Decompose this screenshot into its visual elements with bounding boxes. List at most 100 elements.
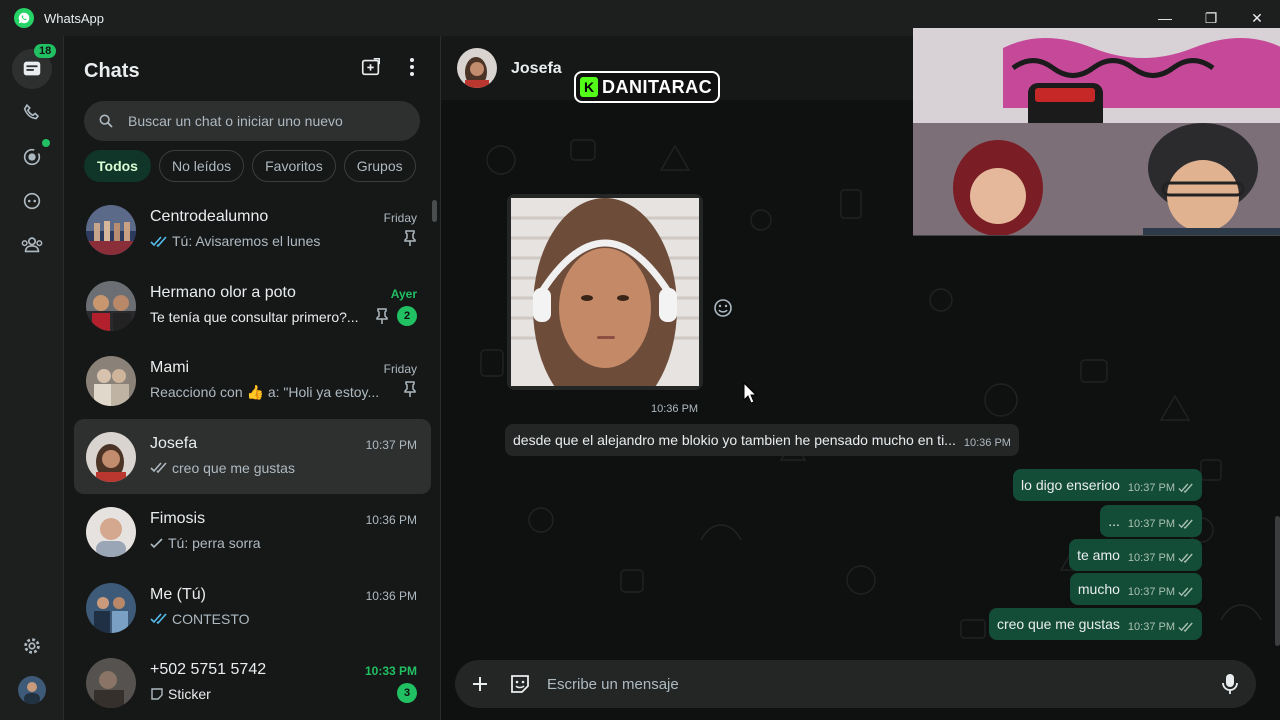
react-emoji-icon[interactable] [713, 298, 733, 318]
chat-list-panel: Chats Todos No leídos Favoritos Grupos C… [64, 36, 441, 720]
message-time: 10:37 PM [1127, 518, 1175, 530]
double-check-icon [1178, 622, 1193, 632]
message-time: 10:37 PM [1127, 586, 1175, 598]
chat-name: Fimosis [150, 510, 206, 527]
app-title: WhatsApp [44, 10, 104, 26]
chat-search-box[interactable] [84, 101, 420, 141]
double-check-blue-icon [150, 613, 167, 624]
chats-icon [23, 61, 41, 76]
double-check-icon [1178, 553, 1193, 563]
chat-preview: Tú: Avisaremos el lunes [172, 233, 321, 249]
avatar [86, 582, 136, 633]
avatar [86, 507, 136, 557]
message-input[interactable] [547, 675, 1197, 693]
chat-time: Friday [383, 362, 417, 376]
chat-rows: Centrodealumno Friday Tú: Avisaremos el … [74, 192, 431, 720]
filter-grupos[interactable]: Grupos [343, 150, 416, 182]
settings-nav-button[interactable] [12, 626, 52, 666]
profile-nav-button[interactable] [12, 670, 52, 710]
chat-time: 10:37 PM [365, 437, 417, 452]
communities-icon [21, 237, 43, 253]
single-check-icon [150, 537, 163, 548]
chat-row-hermano[interactable]: Hermano olor a poto Ayer Te tenía que co… [74, 268, 431, 344]
outgoing-message[interactable]: creo que me gustas 10:37 PM [988, 608, 1202, 640]
double-check-blue-icon [150, 235, 167, 247]
photo-image[interactable] [511, 198, 699, 386]
chat-row-me[interactable]: Me (Tú) 10:36 PM CONTESTO [74, 570, 431, 646]
unread-count-badge: 18 [34, 44, 57, 58]
chat-name: +502 5751 5742 [150, 661, 267, 678]
double-check-icon [1178, 519, 1193, 529]
chat-preview: Sticker [168, 686, 211, 702]
pin-icon [376, 307, 388, 324]
conversation-scrollbar[interactable] [1275, 516, 1280, 646]
microphone-icon[interactable] [1222, 673, 1238, 695]
message-composer [455, 660, 1256, 708]
unread-badge: 3 [397, 683, 417, 703]
filter-todos[interactable]: Todos [84, 150, 151, 182]
stream-overlay-badge: K DANITARAC [574, 71, 721, 103]
unread-badge: 2 [397, 305, 417, 326]
channels-icon [23, 192, 41, 210]
chat-row-phone-number[interactable]: +502 5751 5742 10:33 PM Sticker 3 [74, 645, 431, 720]
calls-nav-button[interactable] [12, 93, 52, 133]
chat-row-centrodealumno[interactable]: Centrodealumno Friday Tú: Avisaremos el … [74, 192, 431, 268]
contact-avatar[interactable] [457, 48, 497, 88]
chat-row-mami[interactable]: Mami Friday Reaccionó con 👍 a: "Holi ya … [74, 343, 431, 419]
kick-logo-icon: K [580, 77, 598, 97]
chat-name: Centrodealumno [150, 208, 269, 225]
plus-attach-icon[interactable] [471, 675, 489, 693]
message-time: 10:37 PM [1127, 621, 1175, 633]
gear-icon [24, 638, 40, 654]
double-check-icon [1178, 483, 1193, 493]
pin-icon [404, 230, 416, 246]
outgoing-message[interactable]: ... 10:37 PM [1100, 505, 1202, 537]
message-text: mucho [1077, 581, 1120, 597]
chat-time: Friday [383, 211, 417, 225]
new-chat-icon[interactable] [360, 56, 382, 78]
double-check-icon [1178, 587, 1193, 597]
message-time: 10:37 PM [1127, 552, 1175, 564]
chats-heading: Chats [84, 60, 140, 82]
chat-row-josefa[interactable]: Josefa 10:37 PM creo que me gustas [74, 418, 431, 494]
chat-name: Me (Tú) [150, 585, 206, 603]
outgoing-message[interactable]: lo digo enserioo 10:37 PM [1013, 469, 1202, 501]
chat-preview: creo que me gustas [172, 459, 295, 476]
outgoing-message[interactable]: mucho 10:37 PM [1069, 573, 1202, 605]
photo-message[interactable] [507, 194, 703, 390]
outgoing-message[interactable]: te amo 10:37 PM [1069, 539, 1202, 571]
status-new-dot [42, 139, 50, 147]
avatar [86, 280, 136, 331]
avatar [86, 658, 136, 708]
chat-time: 10:33 PM [364, 664, 417, 678]
chat-list-scrollbar[interactable] [432, 200, 437, 222]
avatar [86, 356, 136, 406]
sticker-icon [151, 688, 163, 700]
webcam-overlay [913, 28, 1280, 236]
pin-icon [404, 381, 416, 397]
search-input[interactable] [128, 113, 398, 129]
message-time: 10:37 PM [1127, 482, 1175, 494]
sticker-emoji-icon[interactable] [509, 673, 531, 695]
nav-rail: 18 [0, 36, 64, 720]
message-text: creo que me gustas [996, 616, 1120, 632]
chat-preview: Reaccionó con 👍 a: "Holi ya estoy... [150, 384, 380, 400]
incoming-message[interactable]: desde que el alejandro me blokio yo tamb… [505, 424, 1019, 456]
message-text: te amo [1077, 547, 1120, 563]
message-text: ... [1108, 513, 1120, 529]
filter-favoritos[interactable]: Favoritos [252, 150, 336, 182]
mouse-cursor-icon [743, 382, 757, 404]
chat-time: Ayer [390, 286, 417, 301]
streamer-name: DANITARAC [602, 76, 713, 97]
chat-row-fimosis[interactable]: Fimosis 10:36 PM Tú: perra sorra [74, 494, 431, 570]
channels-nav-button[interactable] [12, 181, 52, 221]
search-icon [99, 114, 113, 128]
filter-no-leidos[interactable]: No leídos [158, 150, 245, 182]
communities-nav-button[interactable] [12, 225, 52, 265]
chat-name: Josefa [150, 434, 198, 452]
chat-time: 10:36 PM [365, 588, 417, 603]
profile-avatar [18, 676, 46, 704]
chat-preview: Tú: perra sorra [168, 535, 261, 551]
menu-kebab-icon[interactable] [408, 56, 416, 78]
chat-name: Mami [150, 359, 190, 376]
